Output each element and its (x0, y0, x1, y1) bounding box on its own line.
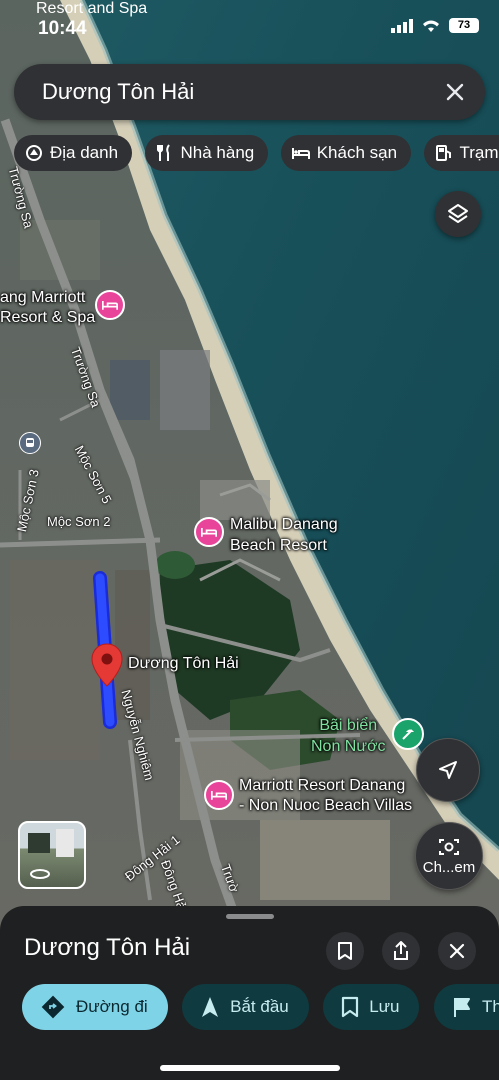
location-pin-icon[interactable] (91, 643, 123, 687)
add-label-button[interactable]: Thêm (433, 984, 499, 1030)
bus-stop-icon[interactable] (19, 432, 41, 454)
restaurant-icon (156, 144, 170, 161)
directions-button[interactable]: Đường đi (22, 984, 168, 1030)
road-label-moc-son-2: Mộc Sơn 2 (47, 514, 111, 529)
directions-label: Đường đi (76, 997, 148, 1016)
hotel-pin-malibu[interactable] (194, 517, 224, 547)
share-icon (394, 941, 408, 960)
status-bar: Resort and Spa 10:44 73 (0, 0, 499, 46)
place-label-selected[interactable]: Dương Tôn Hải (128, 655, 239, 673)
top-place-label: Resort and Spa (36, 0, 148, 17)
hotel-pin-marriott-spa[interactable] (95, 290, 125, 320)
wifi-icon (423, 20, 439, 32)
flag-icon (453, 998, 470, 1017)
battery-icon: 73 (449, 18, 479, 33)
chip-hotels[interactable]: Khách sạn (280, 135, 412, 171)
navigation-arrow-icon (439, 761, 457, 779)
layers-button[interactable] (435, 191, 481, 237)
beach-icon (402, 729, 414, 740)
place-label-marriott-spa[interactable]: ang Marriott Resort & Spa (0, 288, 95, 328)
drag-handle[interactable] (226, 914, 274, 919)
hotel-icon (201, 528, 217, 537)
directions-icon (41, 995, 65, 1019)
signal-icon (391, 18, 413, 33)
hotel-pin-marriott-villas[interactable] (204, 780, 234, 810)
close-sheet-button[interactable] (438, 932, 476, 970)
save-button[interactable]: Lưu (323, 984, 420, 1030)
start-label: Bắt đầu (230, 997, 289, 1016)
street-view-thumbnail[interactable] (18, 821, 86, 889)
status-icons: 73 (391, 18, 479, 33)
bookmark-icon (342, 996, 359, 1018)
add-label-text: Thêm (481, 997, 499, 1016)
search-bar[interactable]: Dương Tôn Hải (14, 64, 485, 120)
lens-button[interactable]: Ch...em (415, 822, 483, 890)
rotate-360-icon (30, 869, 50, 879)
save-label: Lưu (369, 997, 400, 1016)
save-place-button[interactable] (326, 932, 364, 970)
close-icon (449, 943, 465, 959)
start-button[interactable]: Bắt đầu (182, 984, 309, 1030)
hotel-icon (102, 301, 118, 310)
hotel-icon (211, 791, 227, 800)
navigation-arrow-icon (202, 997, 219, 1017)
chip-restaurants[interactable]: Nhà hàng (144, 135, 269, 171)
clock: 10:44 (38, 18, 87, 39)
chip-label: Khách sạn (316, 143, 398, 162)
chip-label: Trạm x (459, 143, 499, 162)
chip-gas-stations[interactable]: Trạm x (423, 135, 499, 171)
action-buttons: Đường đi Bắt đầu Lưu Thêm (22, 984, 499, 1030)
place-label-marriott-villas[interactable]: Marriott Resort Danang - Non Nuoc Beach … (239, 776, 412, 816)
chip-landmarks[interactable]: Địa danh (14, 135, 133, 171)
hotel-icon (291, 148, 310, 159)
category-chips: Địa danh Nhà hàng Khách sạn Trạm x (14, 135, 499, 171)
camera-search-icon (439, 838, 459, 855)
place-title: Dương Tôn Hải (24, 934, 191, 961)
lens-label: Ch...em (422, 858, 476, 876)
search-query[interactable]: Dương Tôn Hải (42, 79, 194, 105)
landmark-icon (26, 145, 42, 161)
home-indicator (160, 1065, 340, 1071)
share-button[interactable] (382, 932, 420, 970)
gas-station-icon (435, 145, 451, 161)
place-label-malibu[interactable]: Malibu Danang Beach Resort (230, 514, 338, 556)
place-label-beach[interactable]: Bãi biển Non Nước (311, 715, 386, 757)
my-location-button[interactable] (416, 738, 480, 802)
beach-pin[interactable] (392, 718, 424, 750)
clear-search-icon[interactable] (441, 78, 469, 106)
chip-label: Địa danh (50, 143, 119, 162)
bookmark-icon (338, 942, 352, 960)
layers-icon (448, 204, 468, 223)
place-bottom-sheet[interactable]: Dương Tôn Hải Đường đi Bắt đầu Lưu Thêm (0, 906, 499, 1080)
chip-label: Nhà hàng (180, 143, 255, 162)
